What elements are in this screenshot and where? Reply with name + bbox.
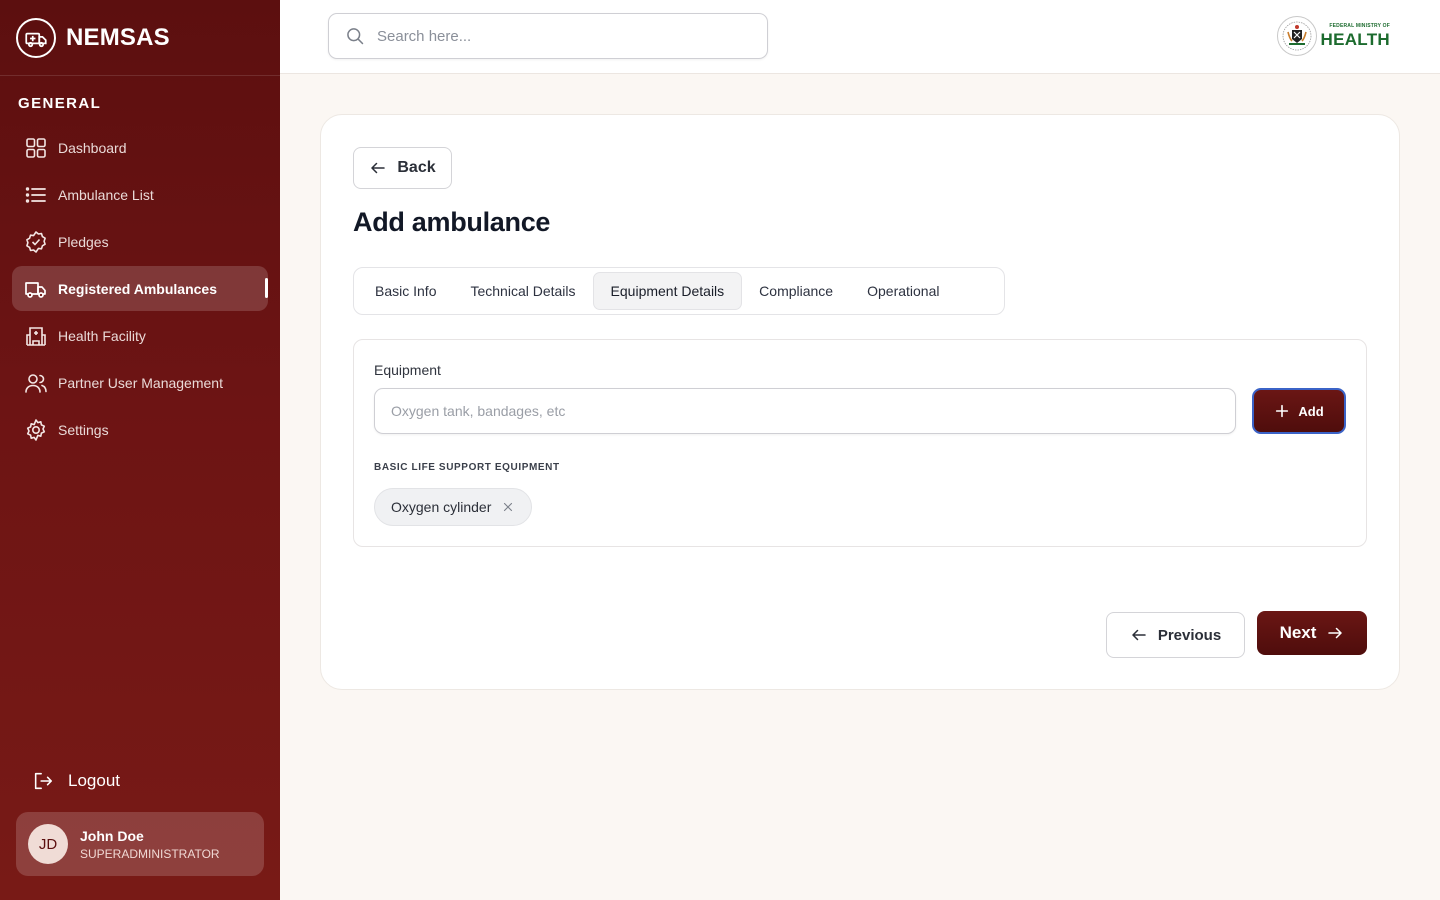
page-title: Add ambulance bbox=[353, 207, 551, 237]
tab-technical-details[interactable]: Technical Details bbox=[453, 272, 592, 310]
sidebar-item-label: Partner User Management bbox=[58, 374, 223, 391]
avatar: JD bbox=[28, 824, 68, 864]
arrow-right-icon bbox=[1328, 627, 1343, 639]
arrow-left-icon bbox=[371, 162, 386, 174]
sidebar-item-ambulance-list[interactable]: Ambulance List bbox=[12, 172, 268, 217]
list-icon bbox=[25, 186, 46, 203]
brand[interactable]: NEMSAS bbox=[0, 0, 280, 76]
brand-name: NEMSAS bbox=[66, 23, 170, 51]
sidebar-item-label: Health Facility bbox=[58, 327, 146, 344]
form-tabs: Basic Info Technical Details Equipment D… bbox=[353, 267, 1005, 315]
back-label: Back bbox=[397, 159, 436, 176]
user-info: John Doe SUPERADMINISTRATOR bbox=[80, 828, 220, 861]
sidebar-item-pledges[interactable]: Pledges bbox=[12, 219, 268, 264]
arrow-left-icon bbox=[1132, 629, 1146, 641]
logout-button[interactable]: Logout bbox=[32, 770, 120, 792]
grid-icon bbox=[26, 137, 46, 158]
gear-icon bbox=[26, 418, 46, 441]
topbar: FEDERAL MINISTRY OF HEALTH bbox=[280, 0, 1440, 74]
sidebar-item-dashboard[interactable]: Dashboard bbox=[12, 125, 268, 170]
section-label-general: GENERAL bbox=[18, 95, 102, 112]
logout-icon bbox=[34, 772, 53, 790]
sidebar-item-label: Registered Ambulances bbox=[58, 280, 217, 297]
equipment-category-title: BASIC LIFE SUPPORT EQUIPMENT bbox=[374, 462, 560, 473]
sidebar-item-health-facility[interactable]: Health Facility bbox=[12, 313, 268, 358]
sidebar-item-label: Settings bbox=[58, 421, 109, 438]
ministry-big-text: HEALTH bbox=[1320, 30, 1390, 49]
sidebar-item-label: Pledges bbox=[58, 233, 109, 250]
add-ambulance-card: Back Add ambulance Basic Info Technical … bbox=[320, 114, 1400, 690]
equipment-chip: Oxygen cylinder bbox=[374, 488, 533, 526]
user-profile-card[interactable]: JD John Doe SUPERADMINISTRATOR bbox=[16, 812, 264, 876]
previous-button[interactable]: Previous bbox=[1106, 612, 1245, 658]
ambulance-logo-icon bbox=[16, 17, 56, 58]
sidebar-item-settings[interactable]: Settings bbox=[12, 407, 268, 452]
ministry-logo: FEDERAL MINISTRY OF HEALTH bbox=[1276, 16, 1390, 56]
ministry-text: FEDERAL MINISTRY OF HEALTH bbox=[1320, 23, 1390, 49]
next-button[interactable]: Next bbox=[1257, 611, 1367, 655]
search-input[interactable] bbox=[377, 27, 737, 45]
plus-icon bbox=[1276, 404, 1289, 418]
sidebar-item-label: Ambulance List bbox=[58, 186, 154, 203]
sidebar-item-registered-ambulances[interactable]: Registered Ambulances bbox=[12, 266, 268, 311]
back-button[interactable]: Back bbox=[353, 147, 452, 189]
sidebar: NEMSAS GENERAL Dashboard Ambulance List bbox=[0, 0, 280, 900]
tab-basic-info[interactable]: Basic Info bbox=[358, 272, 453, 310]
equipment-input[interactable] bbox=[374, 388, 1236, 434]
equipment-section: Equipment Add BASIC LIFE SUPPORT EQUIPME… bbox=[353, 339, 1367, 547]
close-icon[interactable] bbox=[501, 500, 515, 514]
tab-equipment-details[interactable]: Equipment Details bbox=[592, 272, 743, 310]
search-bar[interactable] bbox=[328, 13, 768, 59]
user-role: SUPERADMINISTRATOR bbox=[80, 846, 220, 861]
truck-icon bbox=[25, 281, 46, 298]
sidebar-item-partner-user-management[interactable]: Partner User Management bbox=[12, 360, 268, 405]
add-equipment-button[interactable]: Add bbox=[1252, 388, 1346, 434]
app: NEMSAS GENERAL Dashboard Ambulance List bbox=[0, 0, 1440, 900]
equipment-chip-label: Oxygen cylinder bbox=[391, 499, 492, 515]
add-label: Add bbox=[1298, 403, 1324, 419]
badge-check-icon bbox=[26, 230, 46, 253]
equipment-label: Equipment bbox=[374, 362, 441, 378]
search-icon bbox=[347, 28, 364, 45]
ministry-small-text: FEDERAL MINISTRY OF bbox=[1329, 23, 1390, 29]
sidebar-item-label: Dashboard bbox=[58, 139, 127, 156]
tab-compliance[interactable]: Compliance bbox=[742, 272, 850, 310]
hospital-icon bbox=[26, 326, 46, 346]
logout-label: Logout bbox=[68, 771, 120, 790]
coat-of-arms-icon bbox=[1276, 16, 1317, 56]
user-name: John Doe bbox=[80, 827, 144, 844]
next-label: Next bbox=[1279, 623, 1317, 642]
previous-label: Previous bbox=[1157, 626, 1222, 644]
tab-operational[interactable]: Operational bbox=[850, 272, 956, 310]
users-icon bbox=[25, 373, 47, 393]
sidebar-nav: Dashboard Ambulance List Pledges Registe… bbox=[12, 125, 268, 454]
